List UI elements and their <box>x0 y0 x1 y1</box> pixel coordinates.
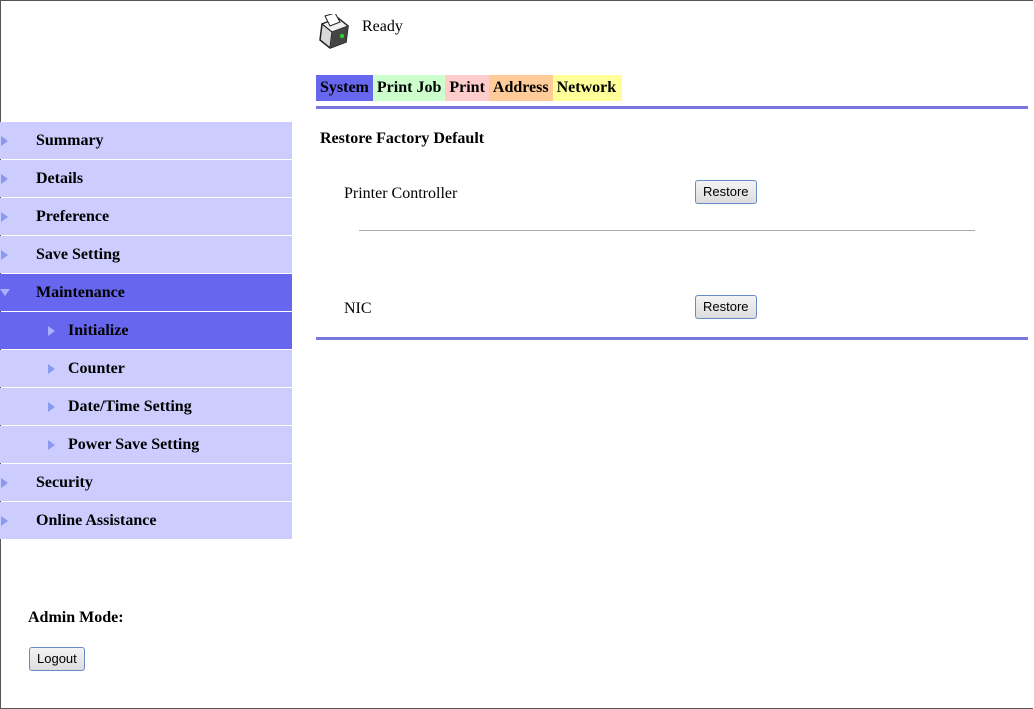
sidebar-item-label: Maintenance <box>36 283 125 301</box>
sidebar-item-label: Details <box>36 169 84 187</box>
printer-controller-label: Printer Controller <box>344 185 458 202</box>
chevron-right-icon <box>1 211 8 222</box>
chevron-right-icon <box>48 325 55 336</box>
sidebar-item-summary[interactable]: Summary <box>0 122 292 159</box>
sidebar-item-counter[interactable]: Counter <box>0 350 292 387</box>
sidebar-item-details[interactable]: Details <box>0 160 292 197</box>
page-title: Restore Factory Default <box>320 130 485 147</box>
sidebar-item-label: Save Setting <box>36 245 120 263</box>
sidebar: Summary Details Preference Save Setting … <box>0 122 292 540</box>
content-bottom-divider <box>316 337 1028 340</box>
sidebar-item-label: Date/Time Setting <box>68 397 192 415</box>
sidebar-item-label: Power Save Setting <box>68 435 200 453</box>
chevron-right-icon <box>1 477 8 488</box>
status-text: Ready <box>362 18 403 35</box>
sidebar-item-label: Preference <box>36 207 110 225</box>
divider <box>359 230 975 231</box>
sidebar-item-save-setting[interactable]: Save Setting <box>0 236 292 273</box>
tab-system[interactable]: System <box>316 75 373 101</box>
sidebar-item-initialize[interactable]: Initialize <box>0 312 292 349</box>
sidebar-item-maintenance[interactable]: Maintenance <box>0 274 292 311</box>
restore-nic-button[interactable]: Restore <box>695 295 757 319</box>
logout-button[interactable]: Logout <box>29 647 85 671</box>
tab-divider <box>316 106 1028 109</box>
chevron-right-icon <box>1 173 8 184</box>
tab-print[interactable]: Print <box>445 75 489 101</box>
printer-icon <box>319 14 350 49</box>
tab-network[interactable]: Network <box>552 75 623 101</box>
nic-label: NIC <box>344 300 372 317</box>
restore-printer-controller-button[interactable]: Restore <box>695 180 757 204</box>
sidebar-item-label: Summary <box>36 131 104 149</box>
sidebar-item-label: Security <box>36 473 93 491</box>
chevron-right-icon <box>1 515 8 526</box>
sidebar-item-security[interactable]: Security <box>0 464 292 501</box>
sidebar-item-date-time-setting[interactable]: Date/Time Setting <box>0 388 292 425</box>
sidebar-item-preference[interactable]: Preference <box>0 198 292 235</box>
chevron-right-icon <box>48 401 55 412</box>
sidebar-item-online-assistance[interactable]: Online Assistance <box>0 502 292 539</box>
chevron-right-icon <box>1 249 8 260</box>
sidebar-item-power-save-setting[interactable]: Power Save Setting <box>0 426 292 463</box>
chevron-right-icon <box>48 439 55 450</box>
sidebar-item-label: Counter <box>68 359 125 377</box>
chevron-right-icon <box>1 135 8 146</box>
tab-bar: System Print Job Print Address Network <box>316 75 623 101</box>
tab-print-job[interactable]: Print Job <box>372 75 446 101</box>
admin-mode-label: Admin Mode: <box>28 609 124 626</box>
printer-status: Ready <box>316 14 403 54</box>
chevron-down-icon <box>0 289 10 296</box>
sidebar-item-label: Online Assistance <box>36 511 157 529</box>
sidebar-item-label: Initialize <box>68 321 129 339</box>
chevron-right-icon <box>48 363 55 374</box>
tab-address[interactable]: Address <box>488 75 553 101</box>
